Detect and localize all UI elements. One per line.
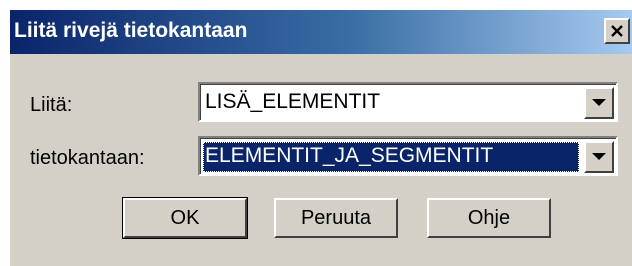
target-label: tietokantaan: xyxy=(30,147,145,169)
source-value: LISÄ_ELEMENTIT xyxy=(205,90,381,113)
chevron-down-icon xyxy=(592,99,606,106)
target-dropdown-button[interactable] xyxy=(584,141,614,173)
source-dropdown-button[interactable] xyxy=(584,87,614,119)
close-icon xyxy=(611,25,623,37)
close-button[interactable] xyxy=(604,18,630,44)
chevron-down-icon xyxy=(592,153,606,160)
title-bar[interactable]: Liitä rivejä tietokantaan xyxy=(10,10,632,54)
merge-rows-dialog: Liitä rivejä tietokantaan Liitä: LISÄ_EL… xyxy=(8,8,632,266)
dialog-title: Liitä rivejä tietokantaan xyxy=(14,19,248,42)
target-value: ELEMENTIT_JA_SEGMENTIT xyxy=(205,144,494,167)
source-combobox[interactable]: LISÄ_ELEMENTIT xyxy=(198,82,618,122)
source-label: Liitä: xyxy=(30,94,73,116)
ok-button[interactable]: OK xyxy=(122,197,248,239)
target-combobox[interactable]: ELEMENTIT_JA_SEGMENTIT xyxy=(198,136,618,176)
help-button[interactable]: Ohje xyxy=(427,198,551,238)
cancel-button[interactable]: Peruuta xyxy=(274,198,398,238)
